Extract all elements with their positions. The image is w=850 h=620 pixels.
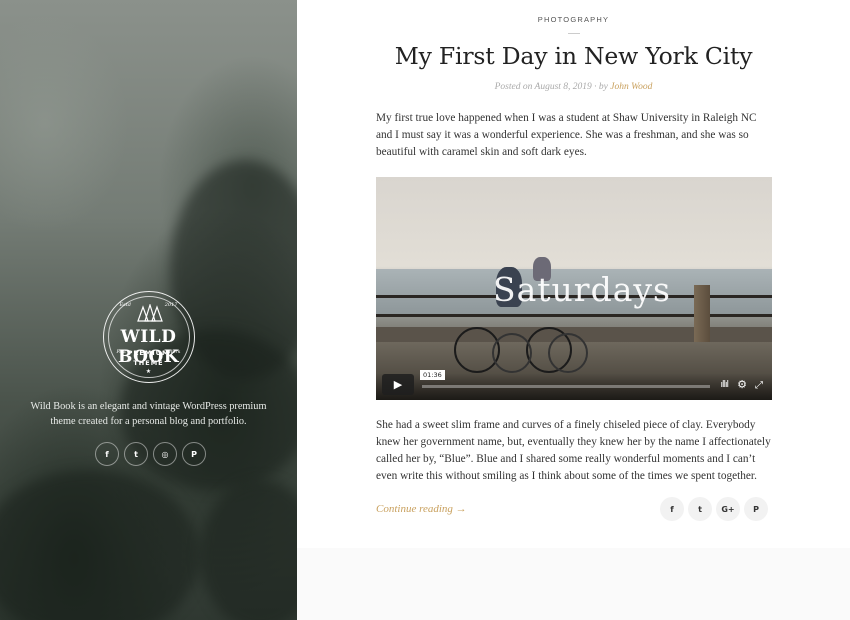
video-overlay-title: Saturdays bbox=[493, 270, 671, 309]
post-meta: Posted on August 8, 2019 · by John Wood bbox=[297, 82, 850, 92]
video-scene-wheel bbox=[548, 333, 588, 373]
twitter-icon[interactable]: t bbox=[688, 497, 712, 521]
pinterest-icon[interactable]: P bbox=[182, 442, 206, 466]
section-divider bbox=[297, 548, 850, 620]
facebook-icon[interactable]: f bbox=[95, 442, 119, 466]
site-logo-link[interactable]: Estd 2017 WILD BOOK Fast Work PREMIUM TH… bbox=[0, 291, 297, 383]
meta-by: by bbox=[598, 82, 608, 92]
pinterest-icon[interactable]: P bbox=[744, 497, 768, 521]
continue-reading-link[interactable]: Continue reading → bbox=[376, 503, 467, 515]
twitter-icon[interactable]: t bbox=[124, 442, 148, 466]
site-tagline: Wild Book is an elegant and vintage Word… bbox=[30, 401, 267, 427]
video-timecode: 01:36 bbox=[420, 370, 445, 380]
meta-separator: · bbox=[594, 82, 597, 92]
video-controls: ▶ 01:36 ıllıl ⚙ ⤢ bbox=[376, 370, 772, 400]
share-buttons: f t G+ P bbox=[660, 497, 768, 521]
fullscreen-icon[interactable]: ⤢ bbox=[755, 380, 763, 391]
category-divider bbox=[568, 33, 580, 34]
video-progress-bar[interactable] bbox=[422, 385, 710, 388]
post-date: Posted on August 8, 2019 bbox=[494, 82, 592, 92]
logo-est-left: Estd bbox=[119, 302, 131, 308]
sidebar: Estd 2017 WILD BOOK Fast Work PREMIUM TH… bbox=[0, 0, 297, 620]
logo-name: WILD BOOK bbox=[117, 327, 180, 367]
post-title[interactable]: My First Day in New York City bbox=[297, 42, 850, 70]
video-scene-post bbox=[694, 285, 710, 347]
tree-foliage bbox=[200, 480, 297, 620]
video-scene-wheel bbox=[492, 333, 532, 373]
video-scene-rail bbox=[376, 314, 772, 317]
google-plus-icon[interactable]: G+ bbox=[716, 497, 740, 521]
sidebar-social-links: f t ◎ P bbox=[95, 442, 206, 466]
post-category[interactable]: PHOTOGRAPHY bbox=[297, 15, 850, 24]
post-paragraph-2: She had a sweet slim frame and curves of… bbox=[376, 419, 771, 482]
volume-icon[interactable]: ıllıl bbox=[720, 380, 728, 390]
video-player[interactable]: Saturdays ▶ 01:36 ıllıl ⚙ ⤢ bbox=[376, 177, 772, 400]
instagram-icon[interactable]: ◎ bbox=[153, 442, 177, 466]
post-paragraph-1: My first true love happened when I was a… bbox=[376, 112, 757, 158]
play-icon[interactable]: ▶ bbox=[382, 374, 414, 395]
settings-icon[interactable]: ⚙ bbox=[737, 378, 747, 391]
post-author-link[interactable]: John Wood bbox=[610, 82, 652, 92]
post-main: PHOTOGRAPHY My First Day in New York Cit… bbox=[297, 0, 850, 620]
star-icon: ★ bbox=[145, 368, 152, 375]
logo-est-right: 2017 bbox=[164, 302, 178, 308]
site-logo: Estd 2017 WILD BOOK Fast Work PREMIUM TH… bbox=[102, 291, 195, 383]
pine-trees-icon bbox=[136, 304, 163, 322]
facebook-icon[interactable]: f bbox=[660, 497, 684, 521]
tree-foliage bbox=[0, 470, 200, 620]
